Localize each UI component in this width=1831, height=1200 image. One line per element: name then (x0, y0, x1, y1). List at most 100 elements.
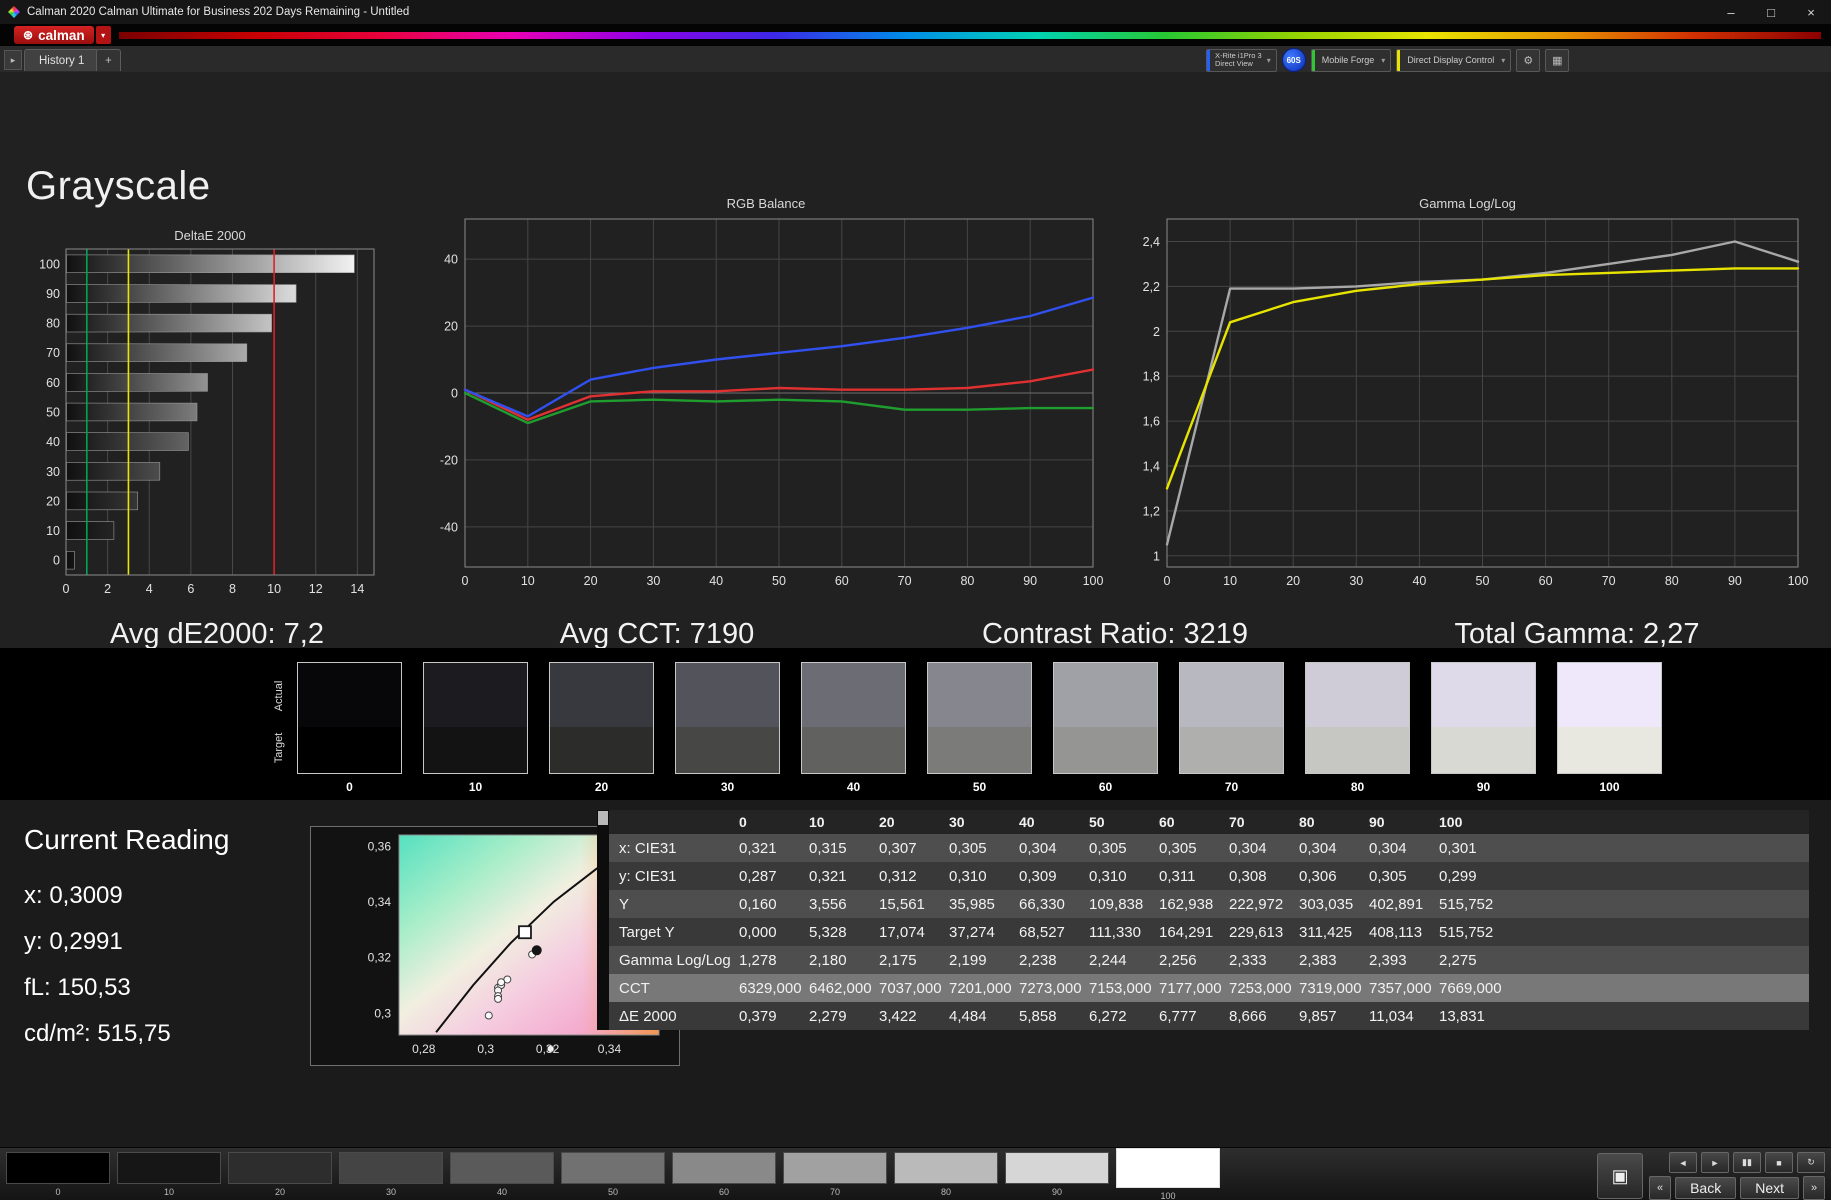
patch-level-label: 100 (1160, 1191, 1176, 1200)
svg-text:1,2: 1,2 (1143, 504, 1160, 518)
table-cell: 6462,000 (809, 979, 872, 997)
svg-text:10: 10 (267, 582, 281, 596)
target-patch (550, 726, 653, 773)
layout-grid-button[interactable]: ▦ (1545, 48, 1570, 72)
patch-window-button[interactable]: ▣ (1597, 1153, 1644, 1199)
tab-scroll-button[interactable]: ▸ (4, 50, 22, 70)
gamma-loglog-svg: 0 10 20 30 40 50 60 70 80 90 100 2,4 2,2 2 1,8 1,6 1,4 1,… (1143, 218, 1808, 588)
rgb-chart-title: RGB Balance (726, 196, 806, 211)
patch-level-button[interactable]: 70 (783, 1152, 887, 1200)
patch-color[interactable] (1005, 1152, 1109, 1184)
minimize-button[interactable]: – (1711, 0, 1751, 24)
page-title: Grayscale (26, 164, 211, 208)
svg-text:80: 80 (1665, 574, 1679, 588)
patch-color[interactable] (228, 1152, 332, 1184)
table-cell: 0,308 (1229, 867, 1267, 885)
patch-color[interactable] (450, 1152, 554, 1184)
calman-logo[interactable]: ⊛ calman (14, 26, 94, 44)
patch-level-button[interactable]: 80 (894, 1152, 998, 1200)
patch-level-button[interactable]: 0 (6, 1152, 110, 1200)
maximize-button[interactable]: □ (1751, 0, 1791, 24)
table-row-label: Y (619, 895, 630, 913)
play-button[interactable]: ► (1701, 1152, 1729, 1173)
table-cell: 1,278 (739, 951, 777, 969)
next-button[interactable]: Next (1740, 1177, 1799, 1199)
settings-gear-button[interactable]: ⚙ (1516, 48, 1541, 72)
next-chevron-icon[interactable]: » (1803, 1176, 1825, 1200)
patch-color[interactable] (6, 1152, 110, 1184)
swatch-level-label: 20 (594, 780, 609, 794)
swatch-level-label: 80 (1350, 780, 1365, 794)
table-cell: 68,527 (1019, 923, 1065, 941)
table-row-label: ΔE 2000 (619, 1007, 677, 1025)
patch-level-button[interactable]: 90 (1005, 1152, 1109, 1200)
patch-level-button[interactable]: 60 (672, 1152, 776, 1200)
grayscale-swatch: 100 (1557, 662, 1662, 794)
patch-color[interactable] (1116, 1148, 1220, 1188)
svg-text:10: 10 (521, 574, 535, 588)
display-control-selector[interactable]: Direct Display Control ▾ (1396, 48, 1512, 72)
patch-level-button[interactable]: 10 (117, 1152, 221, 1200)
pause-button[interactable]: ▮▮ (1733, 1152, 1761, 1173)
repeat-button[interactable]: ↻ (1797, 1152, 1825, 1173)
patch-level-button[interactable]: 30 (339, 1152, 443, 1200)
rgb-balance-chart: RGB Balance 0 10 20 30 40 50 60 70 80 90 100 40 20 0 -… (427, 196, 1105, 600)
patch-color[interactable] (117, 1152, 221, 1184)
close-button[interactable]: × (1791, 0, 1831, 24)
grayscale-swatch: 80 (1305, 662, 1410, 794)
back-button[interactable]: Back (1675, 1177, 1737, 1199)
tab-history-1[interactable]: History 1 (24, 49, 100, 71)
patch-level-button[interactable]: 50 (561, 1152, 665, 1200)
back-chevron-icon[interactable]: « (1649, 1176, 1672, 1200)
patch-color[interactable] (894, 1152, 998, 1184)
logo-menu-arrow[interactable]: ▾ (95, 26, 111, 44)
target-patch (298, 726, 401, 773)
table-cell: 6,777 (1159, 1007, 1197, 1025)
meter-mode-badge[interactable]: 60S (1281, 48, 1306, 72)
table-scrollbar[interactable] (597, 810, 609, 1030)
tab-add-button[interactable]: + (96, 49, 121, 71)
table-cell: 0,321 (809, 867, 847, 885)
table-cell: 0,160 (739, 895, 777, 913)
table-cell: 2,244 (1089, 951, 1127, 969)
chevron-down-icon: ▾ (1501, 55, 1506, 65)
stop-button[interactable]: ■ (1765, 1152, 1793, 1173)
chevron-down-icon: ▾ (1266, 55, 1271, 65)
table-cell: 0,310 (949, 867, 987, 885)
source-selector[interactable]: Mobile Forge ▾ (1310, 48, 1392, 72)
table-row-label: y: CIE31 (619, 867, 677, 885)
table-column-header: 50 (1089, 814, 1105, 830)
table-cell: 0,306 (1299, 867, 1337, 885)
calman-logo-icon: ⊛ (23, 28, 34, 42)
table-row-label: Target Y (619, 923, 675, 941)
grayscale-swatch: 20 (549, 662, 654, 794)
patch-level-button[interactable]: 20 (228, 1152, 332, 1200)
swatch-row: 0 10 20 30 40 50 60 70 80 90 100 (297, 662, 1662, 794)
actual-patch (550, 663, 653, 727)
table-cell: 0,304 (1369, 839, 1407, 857)
table-cell: 0,307 (879, 839, 917, 857)
skip-back-button[interactable]: ◄ (1669, 1152, 1697, 1173)
meter-selector[interactable]: X-Rite i1Pro 3 Direct View ▾ (1206, 48, 1277, 72)
table-cell: 37,274 (949, 923, 995, 941)
swatch-level-label: 0 (346, 780, 353, 794)
current-reading-value: fL: 150,53 (24, 974, 131, 1001)
patch-color[interactable] (561, 1152, 665, 1184)
actual-patch (1180, 663, 1283, 727)
actual-patch (1306, 663, 1409, 727)
svg-text:40: 40 (1412, 574, 1426, 588)
grayscale-swatch: 90 (1431, 662, 1536, 794)
patch-color[interactable] (783, 1152, 887, 1184)
svg-text:1,8: 1,8 (1143, 370, 1160, 384)
table-cell: 0,305 (949, 839, 987, 857)
table-row: Target Y 0,000 5,328 17,074 37,274 68,527 111,… (609, 918, 1809, 946)
swatch-level-label: 70 (1224, 780, 1239, 794)
patch-level-button[interactable]: 40 (450, 1152, 554, 1200)
svg-text:80: 80 (46, 317, 60, 331)
source-label: Mobile Forge (1321, 55, 1375, 65)
patch-level-button[interactable]: 100 (1116, 1148, 1220, 1200)
patch-color[interactable] (672, 1152, 776, 1184)
patch-color[interactable] (339, 1152, 443, 1184)
chevron-down-icon: ▾ (1381, 55, 1386, 65)
svg-text:14: 14 (350, 582, 364, 596)
